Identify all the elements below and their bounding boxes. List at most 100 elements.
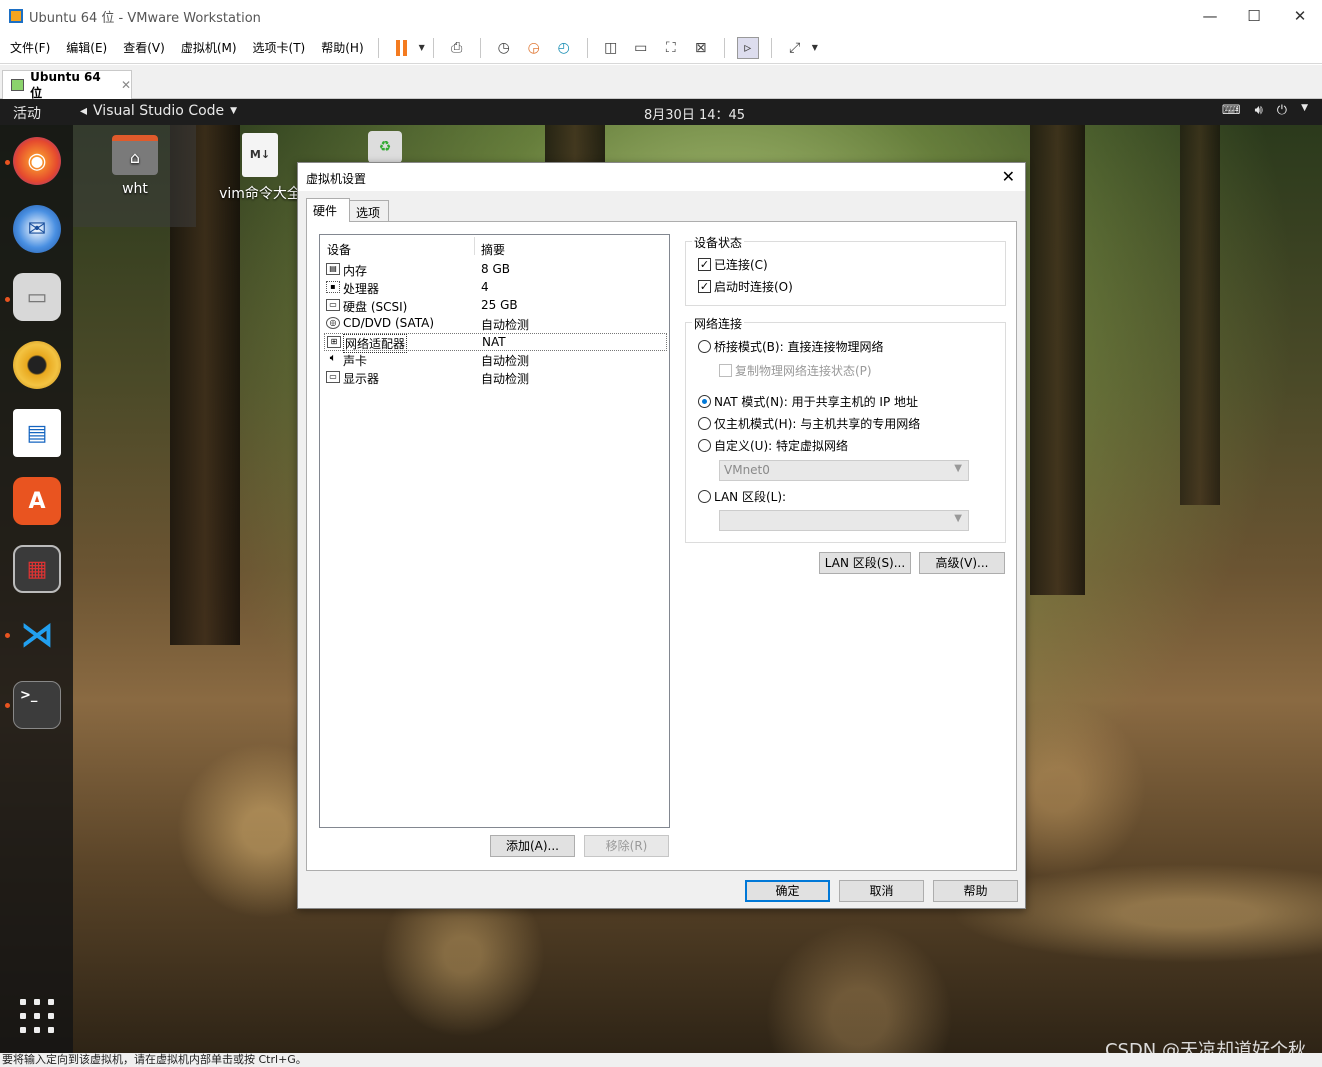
minimize-button[interactable]: — <box>1187 0 1233 32</box>
device-row-hard-disk[interactable]: ▭ 硬盘 (SCSI) 25 GB <box>324 297 667 315</box>
tab-hardware[interactable]: 硬件 <box>306 198 350 222</box>
checkbox-icon <box>719 364 732 377</box>
running-indicator <box>5 297 10 302</box>
volume-icon[interactable]: 🔊︎ <box>1255 103 1263 118</box>
device-row-network-adapter[interactable]: ⊞ 网络适配器 NAT <box>324 333 667 353</box>
snapshot-manager-icon[interactable]: ◴ <box>553 37 575 59</box>
chevron-down-icon: ▼ <box>230 106 238 116</box>
tab-ubuntu-vm[interactable]: Ubuntu 64 位 ✕ <box>2 69 132 100</box>
column-header-summary[interactable]: 摘要 <box>481 241 505 258</box>
close-tab-icon[interactable]: ✕ <box>121 78 131 92</box>
help-button[interactable]: 帮助 <box>933 880 1018 902</box>
add-device-button[interactable]: 添加(A)... <box>490 835 575 857</box>
unity-icon[interactable]: ⊠ <box>690 37 712 59</box>
close-window-button[interactable]: ✕ <box>1277 0 1322 32</box>
column-header-device[interactable]: 设备 <box>327 241 351 258</box>
custom-network-select[interactable]: VMnet0 ▼ <box>719 460 969 481</box>
replicate-state-checkbox[interactable]: 复制物理网络连接状态(P) <box>719 362 872 379</box>
dialog-close-button[interactable]: ✕ <box>1002 167 1015 186</box>
lan-segment-radio[interactable]: LAN 区段(L): <box>698 488 786 505</box>
remove-device-button[interactable]: 移除(R) <box>584 835 669 857</box>
firefox-icon[interactable]: ◉ <box>13 137 61 185</box>
console-view-icon[interactable]: ▹ <box>736 36 759 59</box>
menu-file[interactable]: 文件(F) <box>4 39 56 56</box>
connect-at-power-on-checkbox[interactable]: ✓ 启动时连接(O) <box>698 278 793 295</box>
files-icon[interactable]: ▭ <box>13 273 61 321</box>
menu-view[interactable]: 查看(V) <box>117 39 171 56</box>
vm-tab-label: Ubuntu 64 位 <box>30 69 101 100</box>
cpu-icon: ▪ <box>326 281 340 293</box>
menu-help[interactable]: 帮助(H) <box>315 39 369 56</box>
ubuntu-dock: ◉ ✉ ▭ ▤ A ▦ ⋊ >_ <box>0 125 73 1053</box>
chevron-down-icon: ▼ <box>954 463 962 474</box>
vscode-icon[interactable]: ⋊ <box>13 611 61 659</box>
terminator-icon[interactable]: ▦ <box>13 545 61 593</box>
gnome-top-bar: 活动 ◂ Visual Studio Code ▼ 8月30日 14：45 ⌨ … <box>0 99 1322 125</box>
show-apps-icon[interactable] <box>20 999 54 1033</box>
activities-button[interactable]: 活动 <box>13 103 41 123</box>
advanced-button[interactable]: 高级(V)... <box>919 552 1005 574</box>
desktop-icon-home[interactable]: ⌂ wht <box>110 135 160 197</box>
device-list[interactable]: 设备 摘要 ▤ 内存 8 GB ▪ 处理器 4 ▭ 硬盘 (SCSI) 25 G… <box>319 234 670 828</box>
power-icon[interactable]: ⏻ <box>1277 103 1287 118</box>
dialog-titlebar: 虚拟机设置 ✕ <box>298 163 1025 191</box>
revert-snapshot-icon[interactable]: ◶ <box>523 37 545 59</box>
monitor-icon: ▭ <box>326 371 340 383</box>
toolbar-separator <box>377 37 379 58</box>
send-ctrl-alt-del-icon[interactable]: ⎙ <box>446 37 468 59</box>
menu-tabs[interactable]: 选项卡(T) <box>247 39 312 56</box>
connected-checkbox[interactable]: ✓ 已连接(C) <box>698 256 768 273</box>
device-row-display[interactable]: ▭ 显示器 自动检测 <box>324 369 667 387</box>
device-row-memory[interactable]: ▤ 内存 8 GB <box>324 261 667 279</box>
pause-icon[interactable] <box>391 37 413 59</box>
network-connection-group: 网络连接 桥接模式(B): 直接连接物理网络 复制物理网络连接状态(P) NAT… <box>685 315 1006 543</box>
nat-radio[interactable]: NAT 模式(N): 用于共享主机的 IP 地址 <box>698 393 918 410</box>
bridged-radio[interactable]: 桥接模式(B): 直接连接物理网络 <box>698 338 883 355</box>
snapshot-icon[interactable]: ◷ <box>493 37 515 59</box>
full-screen-icon[interactable]: ⛶ <box>660 37 682 59</box>
thunderbird-icon[interactable]: ✉ <box>13 205 61 253</box>
dialog-title: 虚拟机设置 <box>306 172 367 186</box>
device-row-sound-card[interactable]: 🔈︎ 声卡 自动检测 <box>324 351 667 369</box>
menu-edit[interactable]: 编辑(E) <box>60 39 113 56</box>
lan-segments-button[interactable]: LAN 区段(S)... <box>819 552 911 574</box>
device-row-processor[interactable]: ▪ 处理器 4 <box>324 279 667 297</box>
app-menu[interactable]: ◂ Visual Studio Code ▼ <box>80 103 237 119</box>
radio-icon <box>698 490 711 503</box>
maximize-button[interactable]: ☐ <box>1231 0 1277 32</box>
network-adapter-icon: ⊞ <box>327 336 341 348</box>
lan-segment-select[interactable]: ▼ <box>719 510 969 531</box>
vm-icon <box>11 79 25 91</box>
thumbnail-bar-icon[interactable]: ▭ <box>630 37 652 59</box>
custom-network-radio[interactable]: 自定义(U): 特定虚拟网络 <box>698 437 848 454</box>
pause-dropdown-icon[interactable]: ▼ <box>419 43 425 52</box>
writer-icon[interactable]: ▤ <box>13 409 61 457</box>
chevron-down-icon[interactable]: ▼ <box>1301 103 1308 118</box>
host-only-radio[interactable]: 仅主机模式(H): 与主机共享的专用网络 <box>698 415 920 432</box>
app-menu-label: Visual Studio Code <box>93 103 225 119</box>
clock[interactable]: 8月30日 14：45 <box>644 104 745 123</box>
tab-options[interactable]: 选项 <box>349 200 389 222</box>
vmware-app-icon <box>9 9 23 23</box>
system-tray[interactable]: ⌨ 🔊︎ ⏻ ▼ <box>1222 103 1308 118</box>
device-row-cdrom[interactable]: ◎ CD/DVD (SATA) 自动检测 <box>324 315 667 333</box>
stretch-guest-icon[interactable]: ⤢ <box>784 37 806 59</box>
device-status-label: 设备状态 <box>692 234 745 251</box>
hard-disk-icon: ▭ <box>326 299 340 311</box>
device-status-group: 设备状态 ✓ 已连接(C) ✓ 启动时连接(O) <box>685 234 1006 306</box>
toolbar-separator <box>586 37 588 58</box>
hardware-panel: 设备 摘要 ▤ 内存 8 GB ▪ 处理器 4 ▭ 硬盘 (SCSI) 25 G… <box>306 221 1017 871</box>
cancel-button[interactable]: 取消 <box>839 880 924 902</box>
software-center-icon[interactable]: A <box>13 477 61 525</box>
keyboard-icon[interactable]: ⌨ <box>1222 103 1241 118</box>
window-title: Ubuntu 64 位 - VMware Workstation <box>29 10 261 26</box>
menu-vm[interactable]: 虚拟机(M) <box>175 39 243 56</box>
cd-icon: ◎ <box>326 317 340 329</box>
desktop-icon-trash[interactable]: ♻ <box>368 131 402 163</box>
show-library-icon[interactable]: ◫ <box>600 37 622 59</box>
stretch-dropdown-icon[interactable]: ▼ <box>812 43 818 52</box>
rhythmbox-icon[interactable] <box>13 341 61 389</box>
terminal-icon[interactable]: >_ <box>13 681 61 729</box>
ok-button[interactable]: 确定 <box>745 880 830 902</box>
trash-icon: ♻ <box>368 131 402 163</box>
